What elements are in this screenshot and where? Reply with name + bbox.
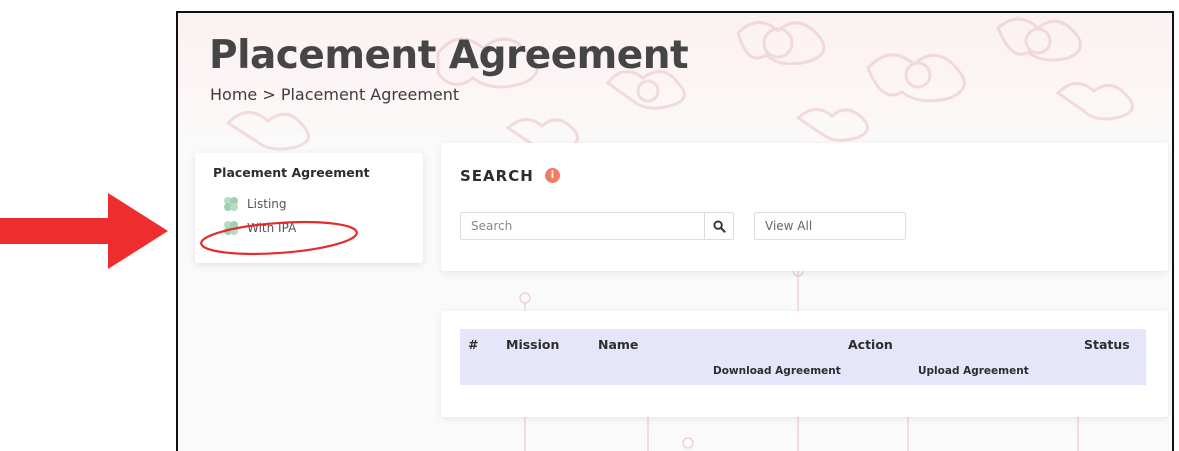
column-name: Name: [598, 337, 639, 352]
column-download-agreement: Download Agreement: [713, 365, 841, 377]
column-index: #: [468, 337, 479, 352]
annotation-arrow-icon: [0, 193, 168, 269]
sidebar-card: Placement Agreement Listing With IPA: [195, 153, 423, 263]
clover-icon: [224, 197, 238, 211]
annotation-circle: [200, 220, 358, 256]
page-title: Placement Agreement: [209, 33, 689, 78]
column-mission: Mission: [506, 337, 560, 352]
header-banner: Placement Agreement Home > Placement Agr…: [178, 13, 1172, 153]
app-frame: Placement Agreement Home > Placement Agr…: [176, 11, 1174, 451]
view-filter-select[interactable]: View All: [754, 212, 906, 240]
search-title: SEARCH: [460, 167, 534, 185]
sidebar-item-listing[interactable]: Listing: [223, 196, 287, 212]
info-icon[interactable]: i: [545, 168, 560, 183]
sidebar-title: Placement Agreement: [213, 165, 370, 180]
column-status: Status: [1084, 337, 1130, 352]
search-card: SEARCH i View All: [441, 143, 1168, 271]
table-header: # Mission Name Action Status Download Ag…: [460, 329, 1146, 385]
sidebar-item-label: Listing: [247, 197, 287, 211]
search-icon: [712, 219, 726, 233]
search-input[interactable]: [460, 212, 704, 240]
table-card: # Mission Name Action Status Download Ag…: [441, 311, 1168, 417]
column-action: Action: [848, 337, 893, 352]
column-upload-agreement: Upload Agreement: [918, 365, 1029, 377]
search-button[interactable]: [704, 212, 734, 240]
breadcrumb: Home > Placement Agreement: [210, 85, 460, 104]
